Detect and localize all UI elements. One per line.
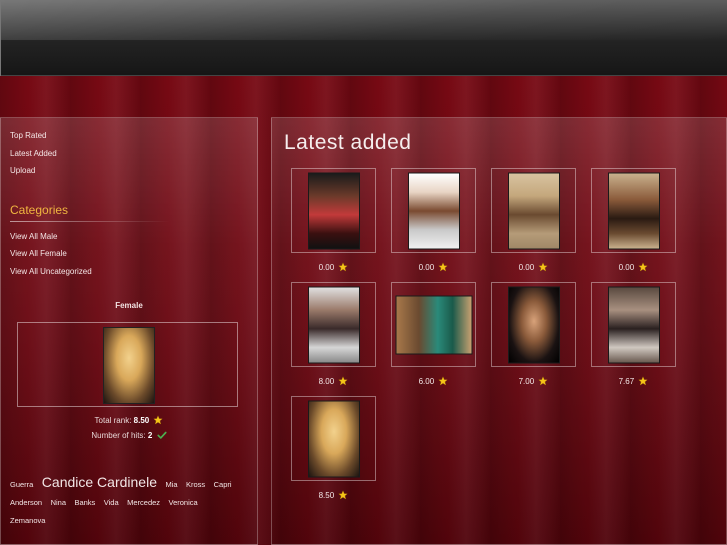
hits-row: Number of hits: 2 — [0, 430, 258, 440]
gallery-thumbnail[interactable] — [391, 282, 476, 367]
tag-link[interactable]: Mercedez — [127, 498, 160, 507]
gallery-thumbnail[interactable] — [291, 282, 376, 367]
tag-link[interactable]: Vida — [104, 498, 119, 507]
categories-divider — [10, 221, 170, 222]
thumbnail-image — [607, 286, 660, 363]
rating-row: 8.00 — [291, 376, 376, 386]
star-icon — [338, 262, 349, 272]
nav-latest-added[interactable]: Latest Added — [10, 149, 57, 158]
header-bar — [0, 0, 727, 76]
rating-row: 6.00 — [391, 376, 476, 386]
rating-value: 0.00 — [518, 263, 535, 272]
rating-row: 0.00 — [291, 262, 376, 272]
rating-value: 0.00 — [318, 263, 335, 272]
thumbnail-image — [407, 172, 460, 249]
category-view-all-female[interactable]: View All Female — [10, 249, 67, 258]
total-rank-value: 8.50 — [133, 416, 150, 425]
thumbnail-image — [307, 172, 360, 249]
thumbnail-image — [395, 295, 472, 354]
rating-row: 0.00 — [391, 262, 476, 272]
tag-link[interactable]: Banks — [74, 498, 95, 507]
star-icon — [338, 376, 349, 386]
rating-row: 7.67 — [591, 376, 676, 386]
category-view-all-uncategorized[interactable]: View All Uncategorized — [10, 267, 92, 276]
rating-value: 8.50 — [318, 491, 335, 500]
star-icon — [338, 490, 349, 500]
gallery-thumbnail[interactable] — [391, 168, 476, 253]
rating-value: 7.67 — [618, 377, 635, 386]
gallery-thumbnail[interactable] — [491, 282, 576, 367]
rating-row: 7.00 — [491, 376, 576, 386]
tag-link[interactable]: Zemanova — [10, 516, 45, 525]
tag-link[interactable]: Nina — [51, 498, 66, 507]
star-icon — [438, 262, 449, 272]
tag-link[interactable]: Capri — [214, 480, 232, 489]
tag-link[interactable]: Veronica — [169, 498, 198, 507]
header-edge — [0, 0, 1, 76]
star-icon — [153, 415, 164, 425]
star-icon — [638, 376, 649, 386]
gallery-thumbnail[interactable] — [491, 168, 576, 253]
header-sheen — [0, 0, 727, 40]
rating-value: 0.00 — [418, 263, 435, 272]
star-icon — [538, 376, 549, 386]
tag-link[interactable]: Candice Cardinele — [42, 474, 157, 490]
nav-upload[interactable]: Upload — [10, 166, 35, 175]
star-icon — [538, 262, 549, 272]
hits-value: 2 — [147, 431, 153, 440]
rating-value: 8.00 — [318, 377, 335, 386]
rating-value: 7.00 — [518, 377, 535, 386]
thumbnail-image — [507, 172, 560, 249]
tag-cloud: Guerra Candice Cardinele Mia Kross Capri… — [10, 474, 245, 529]
thumbnail-image — [307, 400, 360, 477]
rating-row: 0.00 — [591, 262, 676, 272]
categories-heading: Categories — [10, 203, 69, 217]
star-icon — [638, 262, 649, 272]
rating-row: 8.50 — [291, 490, 376, 500]
category-view-all-male[interactable]: View All Male — [10, 232, 57, 241]
total-rank-label: Total rank: — [94, 416, 132, 425]
rating-value: 0.00 — [618, 263, 635, 272]
thumbnail-image — [607, 172, 660, 249]
gallery-thumbnail[interactable] — [591, 168, 676, 253]
check-icon — [156, 431, 167, 439]
featured-title: Female — [115, 301, 143, 310]
thumbnail-image — [507, 286, 560, 363]
featured-image[interactable] — [103, 327, 155, 404]
tag-link[interactable]: Anderson — [10, 498, 42, 507]
tag-link[interactable]: Mia — [165, 480, 177, 489]
rating-value: 6.00 — [418, 377, 435, 386]
hits-label: Number of hits: — [91, 431, 146, 440]
nav-top-rated[interactable]: Top Rated — [10, 131, 46, 140]
total-rank-row: Total rank: 8.50 — [0, 415, 258, 425]
tag-link[interactable]: Kross — [186, 480, 205, 489]
tag-link[interactable]: Guerra — [10, 480, 33, 489]
gallery-thumbnail[interactable] — [591, 282, 676, 367]
gallery-thumbnail[interactable] — [291, 396, 376, 481]
page-title: Latest added — [284, 131, 412, 154]
star-icon — [438, 376, 449, 386]
thumbnail-image — [307, 286, 360, 363]
rating-row: 0.00 — [491, 262, 576, 272]
gallery-thumbnail[interactable] — [291, 168, 376, 253]
